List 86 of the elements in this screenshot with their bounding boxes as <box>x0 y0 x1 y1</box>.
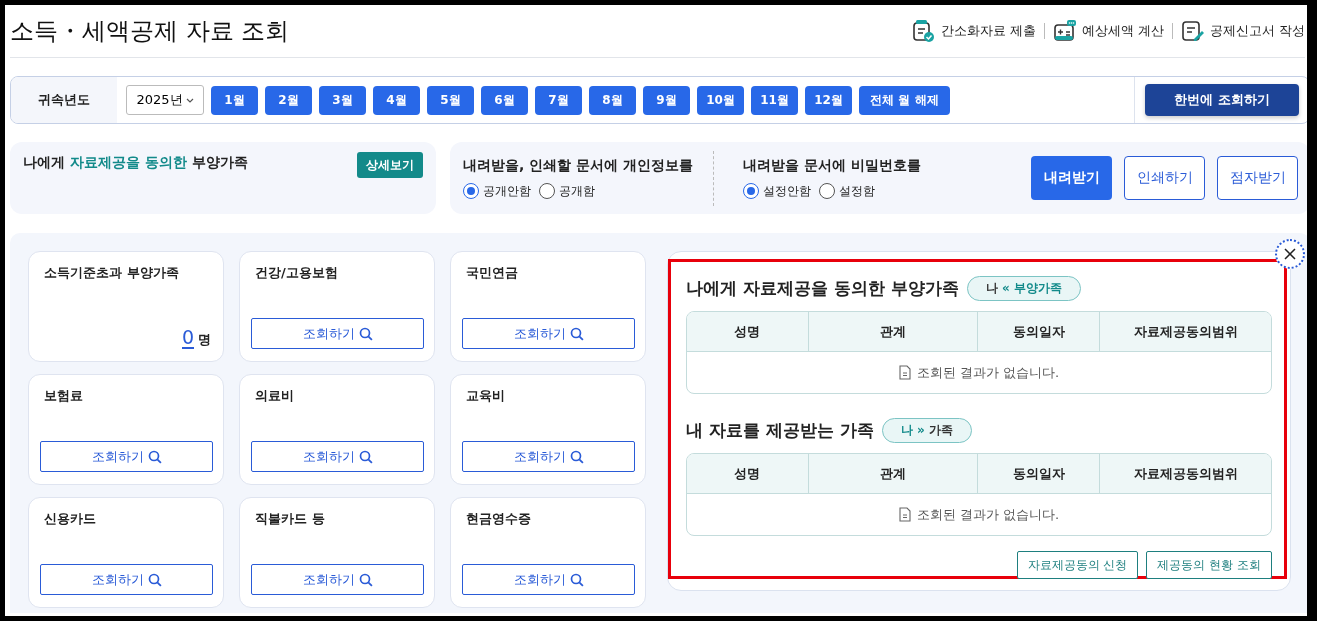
count-link[interactable]: 0 <box>181 327 194 349</box>
relation-badge: 나 « 부양가족 <box>966 275 1081 301</box>
column-header: 동의일자 <box>977 454 1100 493</box>
consent-action-button[interactable]: 제공동의 현황 조회 <box>1146 551 1272 579</box>
radio-button[interactable] <box>539 183 555 199</box>
month-button[interactable]: 2월 <box>265 85 312 115</box>
card-title: 국민연금 <box>465 264 519 282</box>
action-button[interactable]: 내려받기 <box>1031 156 1112 200</box>
card-title: 교육비 <box>465 387 506 405</box>
option-title: 내려받을, 인쇄할 문서에 개인정보를 <box>463 156 693 175</box>
action-button[interactable]: 점자받기 <box>1217 156 1298 200</box>
month-button[interactable]: 12월 <box>805 85 852 115</box>
search-icon <box>569 572 584 587</box>
month-button[interactable]: 1월 <box>211 85 258 115</box>
month-button[interactable]: 10월 <box>697 85 744 115</box>
document-pen-icon <box>1180 19 1205 43</box>
query-button[interactable]: 조회하기 <box>462 564 635 595</box>
column-header: 관계 <box>807 454 978 493</box>
page-title: 소득・세액공제 자료 조회 <box>10 16 290 47</box>
search-icon <box>358 449 373 464</box>
detail-button[interactable]: 상세보기 <box>357 152 423 178</box>
search-icon <box>358 326 373 341</box>
card-title: 현금영수증 <box>465 510 532 528</box>
query-all-button[interactable]: 한번에 조회하기 <box>1145 84 1299 116</box>
section-title: 내 자료를 제공받는 가족 <box>686 418 874 442</box>
year-label: 귀속년도 <box>11 77 117 123</box>
consent-action-button[interactable]: 자료제공동의 신청 <box>1016 551 1139 579</box>
radio-option[interactable]: 설정안함 <box>742 182 811 200</box>
calculator-chat-icon <box>1052 19 1077 43</box>
header-link[interactable]: 공제신고서 작성 <box>1180 19 1305 43</box>
card-title: 소득기준초과 부양가족 <box>43 264 180 282</box>
query-button[interactable]: 조회하기 <box>40 564 213 595</box>
column-header: 자료제공동의범위 <box>1099 312 1271 351</box>
column-header: 성명 <box>733 464 762 483</box>
query-button[interactable]: 조회하기 <box>462 318 635 349</box>
month-button[interactable]: 11월 <box>751 85 798 115</box>
empty-message: 조회된 결과가 없습니다. <box>916 363 1060 382</box>
section-title: 나에게 자료제공을 동의한 부양가족 <box>686 276 959 300</box>
search-icon <box>147 449 162 464</box>
search-icon <box>569 326 584 341</box>
relation-badge: 나 » 가족 <box>881 417 972 443</box>
month-button[interactable]: 8월 <box>589 85 636 115</box>
action-button[interactable]: 인쇄하기 <box>1124 156 1205 200</box>
month-button[interactable]: 4월 <box>373 85 420 115</box>
card-title: 의료비 <box>254 387 295 405</box>
column-header: 자료제공동의범위 <box>1099 454 1271 493</box>
query-button[interactable]: 조회하기 <box>251 318 424 349</box>
month-button[interactable]: 7월 <box>535 85 582 115</box>
radio-option[interactable]: 공개함 <box>539 182 595 200</box>
clear-months-button[interactable]: 전체 월 해제 <box>859 85 950 115</box>
card-title: 신용카드 <box>43 510 97 528</box>
option-title: 내려받을 문서에 비밀번호를 <box>742 156 921 175</box>
document-check-icon <box>911 19 936 43</box>
column-header: 동의일자 <box>977 312 1100 351</box>
query-button[interactable]: 조회하기 <box>251 441 424 472</box>
close-button[interactable] <box>1275 239 1305 269</box>
document-icon <box>898 365 911 380</box>
consent-title: 나에게 자료제공을 동의한 부양가족 <box>23 154 248 172</box>
month-button[interactable]: 9월 <box>643 85 690 115</box>
card-title: 건강/고용보험 <box>254 264 339 282</box>
close-icon <box>1284 248 1296 260</box>
month-button[interactable]: 6월 <box>481 85 528 115</box>
radio-button[interactable] <box>463 183 479 199</box>
chevron-down-icon <box>185 97 194 103</box>
search-icon <box>569 449 584 464</box>
radio-option[interactable]: 공개안함 <box>463 182 531 200</box>
radio-button[interactable] <box>818 183 835 199</box>
count-unit: 명 <box>198 331 211 349</box>
radio-button[interactable] <box>742 183 759 199</box>
search-icon <box>358 572 373 587</box>
month-button[interactable]: 3월 <box>319 85 366 115</box>
query-button[interactable]: 조회하기 <box>251 564 424 595</box>
year-select[interactable]: 2025년 <box>126 85 204 115</box>
card-title: 직불카드 등 <box>254 510 326 528</box>
empty-message: 조회된 결과가 없습니다. <box>916 505 1060 524</box>
column-header: 성명 <box>733 322 762 341</box>
query-button[interactable]: 조회하기 <box>462 441 635 472</box>
header-link[interactable]: 간소화자료 제출 <box>911 19 1036 43</box>
query-button[interactable]: 조회하기 <box>40 441 213 472</box>
search-icon <box>147 572 162 587</box>
document-icon <box>898 507 911 522</box>
radio-option[interactable]: 설정함 <box>818 182 875 200</box>
header-link[interactable]: 예상세액 계산 <box>1052 19 1164 43</box>
column-header: 관계 <box>807 312 978 351</box>
month-button[interactable]: 5월 <box>427 85 474 115</box>
card-title: 보험료 <box>43 387 84 405</box>
